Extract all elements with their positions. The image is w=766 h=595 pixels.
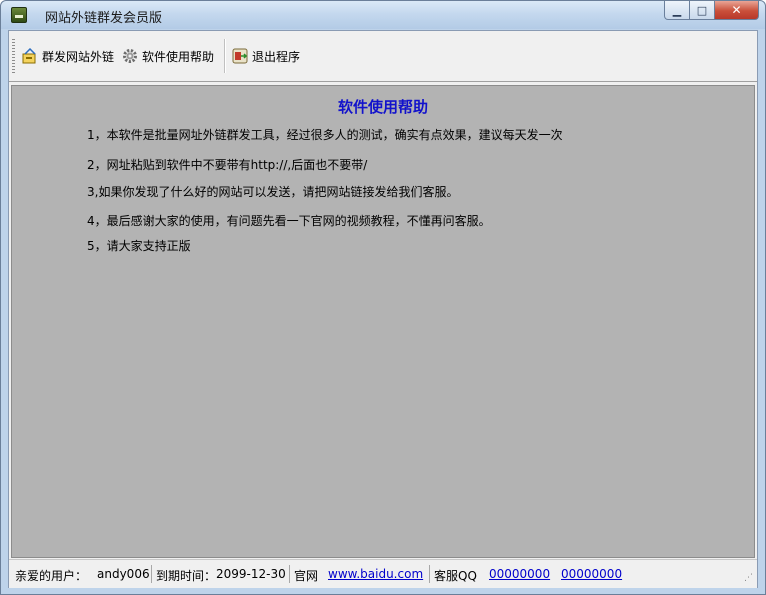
mass-post-button[interactable]: 群发网站外链 bbox=[22, 45, 114, 67]
help-title: 软件使用帮助 bbox=[337, 98, 428, 116]
help-line-5: 5，请大家支持正版 bbox=[87, 239, 191, 253]
close-button[interactable]: ✕ bbox=[715, 1, 759, 20]
help-line-1: 1，本软件是批量网址外链群发工具，经过很多人的测试，确实有点效果，建议每天发一次 bbox=[87, 128, 563, 142]
client-area: 群发网站外链 软件使用帮助 退出程序 软件使用帮助 1，本软件是批量网址外链群发… bbox=[8, 30, 758, 588]
minimize-button[interactable]: ▁ bbox=[664, 1, 690, 20]
toolbar-separator bbox=[224, 39, 225, 73]
expire-date: 2099-12-30 bbox=[216, 567, 286, 581]
resize-grip-icon[interactable]: ⋰ bbox=[744, 573, 753, 583]
status-separator bbox=[429, 565, 430, 583]
help-panel: 软件使用帮助 1，本软件是批量网址外链群发工具，经过很多人的测试，确实有点效果，… bbox=[11, 85, 755, 558]
app-logo-icon bbox=[11, 7, 27, 23]
window-controls: ▁ □ ✕ bbox=[664, 1, 759, 20]
title-bar[interactable]: 网站外链群发会员版 ▁ □ ✕ bbox=[1, 1, 765, 29]
exit-label: 退出程序 bbox=[252, 49, 301, 64]
maximize-button[interactable]: □ bbox=[690, 1, 715, 20]
site-link[interactable]: www.baidu.com bbox=[328, 567, 423, 581]
toolbar: 群发网站外链 软件使用帮助 退出程序 bbox=[9, 31, 757, 82]
expire-label: 到期时间： bbox=[156, 569, 217, 583]
site-label: 官网 bbox=[294, 569, 319, 583]
user-label: 亲爱的用户： bbox=[15, 569, 88, 583]
user-name: andy006 bbox=[97, 567, 150, 581]
mass-post-label: 群发网站外链 bbox=[42, 49, 115, 64]
app-window: 网站外链群发会员版 ▁ □ ✕ 群发网站外链 软件使用帮助 退出程序 软件使用帮… bbox=[0, 0, 766, 595]
qq-label: 客服QQ bbox=[434, 569, 477, 583]
qq-link-2[interactable]: 00000000 bbox=[561, 567, 622, 581]
status-separator bbox=[289, 565, 290, 583]
qq-link-1-anchor[interactable]: 00000000 bbox=[489, 567, 550, 581]
qq-link-2-anchor[interactable]: 00000000 bbox=[561, 567, 622, 581]
gear-icon bbox=[122, 48, 138, 64]
help-line-4: 4，最后感谢大家的使用，有问题先看一下官网的视频教程，不懂再问客服。 bbox=[87, 214, 491, 228]
help-label: 软件使用帮助 bbox=[142, 49, 215, 64]
exit-button[interactable]: 退出程序 bbox=[232, 45, 300, 67]
exit-icon bbox=[232, 48, 248, 64]
site-link-anchor[interactable]: www.baidu.com bbox=[328, 567, 423, 581]
window-title: 网站外链群发会员版 bbox=[45, 11, 163, 26]
toolbar-grip[interactable] bbox=[12, 39, 15, 73]
help-line-2: 2，网址粘贴到软件中不要带有http://,后面也不要带/ bbox=[87, 158, 368, 172]
help-line-3: 3,如果你发现了什么好的网站可以发送，请把网站链接发给我们客服。 bbox=[87, 185, 459, 199]
status-bar: 亲爱的用户： andy006 到期时间： 2099-12-30 官网 www.b… bbox=[9, 559, 757, 588]
broadcast-icon bbox=[22, 48, 38, 64]
status-separator bbox=[151, 565, 152, 583]
qq-link-1[interactable]: 00000000 bbox=[489, 567, 550, 581]
help-button[interactable]: 软件使用帮助 bbox=[122, 45, 214, 67]
